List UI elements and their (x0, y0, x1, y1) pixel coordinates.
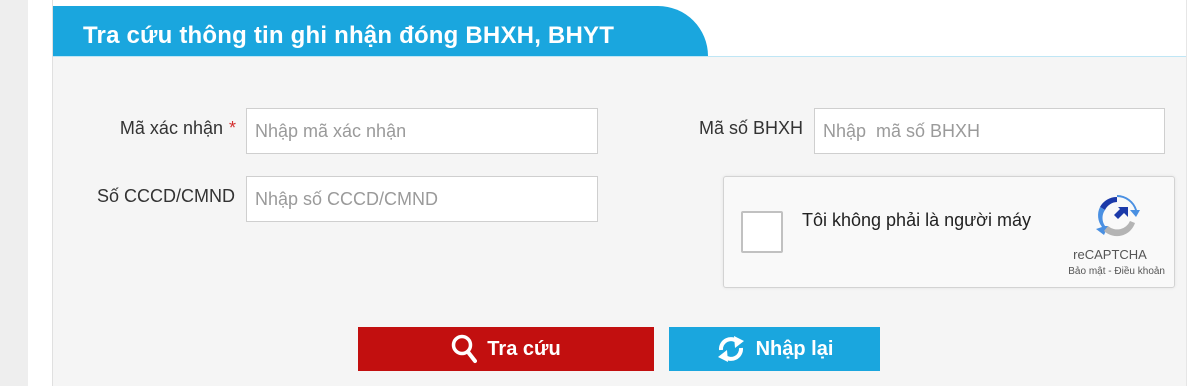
refresh-icon (716, 334, 746, 364)
recaptcha-terms-link[interactable]: Điều khoản (1114, 266, 1165, 277)
verify-code-label-text: Mã xác nhận (119, 118, 223, 138)
required-mark: * (228, 118, 236, 138)
search-button[interactable]: Tra cứu (358, 327, 654, 371)
recaptcha-privacy-link[interactable]: Bảo mật (1068, 266, 1105, 277)
reset-button[interactable]: Nhập lại (669, 327, 880, 371)
left-margin (0, 0, 28, 386)
header-tab: Tra cứu thông tin ghi nhận đóng BHXH, BH… (53, 6, 708, 56)
bhxh-number-input[interactable] (814, 108, 1165, 154)
verify-code-label: Mã xác nhận * (73, 118, 236, 139)
recaptcha-label: Tôi không phải là người máy (802, 210, 1031, 230)
recaptcha-links: Bảo mật - Điều khoản (1035, 266, 1165, 277)
verify-code-input[interactable] (246, 108, 598, 154)
search-button-label: Tra cứu (487, 337, 561, 360)
right-edge (1186, 0, 1201, 386)
bhxh-number-label: Mã số BHXH (698, 118, 803, 138)
reset-button-label: Nhập lại (755, 337, 834, 360)
search-icon (451, 334, 478, 364)
recaptcha-checkbox[interactable] (741, 211, 783, 253)
page-gutter (28, 0, 52, 386)
recaptcha-widget: Tôi không phải là người máy reCAPTCHA Bả… (723, 176, 1175, 288)
recaptcha-icon (1094, 193, 1140, 239)
recaptcha-brand: reCAPTCHA (1073, 247, 1147, 262)
id-number-input[interactable] (246, 176, 598, 222)
id-number-label: Số CCCD/CMND (96, 186, 235, 206)
page-title: Tra cứu thông tin ghi nhận đóng BHXH, BH… (83, 22, 615, 49)
panel-header: Tra cứu thông tin ghi nhận đóng BHXH, BH… (53, 0, 1187, 57)
